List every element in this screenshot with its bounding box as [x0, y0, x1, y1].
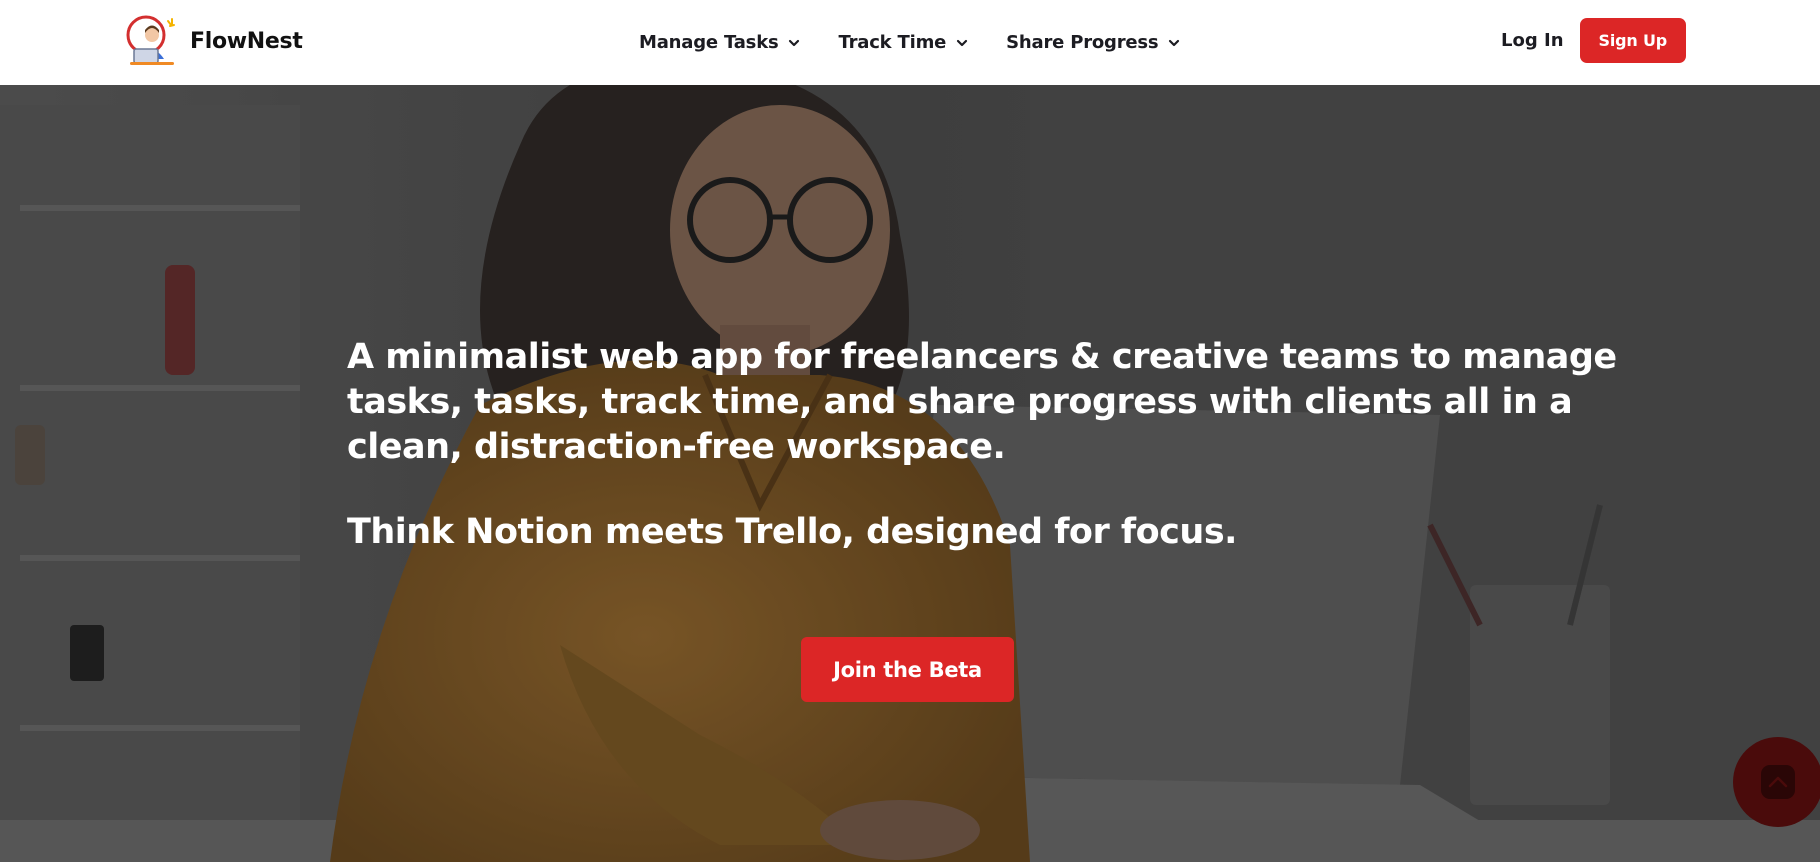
hero-tagline: A minimalist web app for freelancers & c…: [347, 337, 1617, 467]
hero-copy: A minimalist web app for freelancers & c…: [347, 335, 1647, 555]
scroll-to-top-button[interactable]: [1733, 737, 1820, 827]
hero-subtagline: Think Notion meets Trello, designed for …: [347, 512, 1237, 552]
chevron-up-icon: [1761, 765, 1795, 799]
chevron-down-icon: [789, 39, 800, 46]
signup-button[interactable]: Sign Up: [1579, 18, 1686, 63]
main-nav: Manage Tasks Track Time Share Progress: [639, 0, 1218, 85]
brand-home-link[interactable]: FlowNest: [126, 13, 303, 69]
nav-item-track-time[interactable]: Track Time: [838, 32, 969, 53]
site-header: FlowNest Manage Tasks Track Time Share P…: [0, 0, 1820, 85]
brand-name: FlowNest: [190, 28, 303, 54]
hero-section: A minimalist web app for freelancers & c…: [0, 85, 1820, 862]
nav-item-share-progress[interactable]: Share Progress: [1006, 32, 1181, 53]
join-beta-button[interactable]: Join the Beta: [801, 637, 1014, 702]
nav-label-manage-tasks: Manage Tasks: [639, 32, 779, 53]
chevron-down-icon: [957, 39, 968, 46]
nav-item-manage-tasks[interactable]: Manage Tasks: [639, 32, 801, 53]
auth-actions: Log In Sign Up: [1501, 18, 1686, 63]
nav-label-share-progress: Share Progress: [1006, 32, 1159, 53]
nav-label-track-time: Track Time: [838, 32, 947, 53]
freelancer-at-laptop-logo-icon: [126, 15, 175, 65]
login-link[interactable]: Log In: [1501, 30, 1564, 51]
chevron-down-icon: [1169, 39, 1180, 46]
